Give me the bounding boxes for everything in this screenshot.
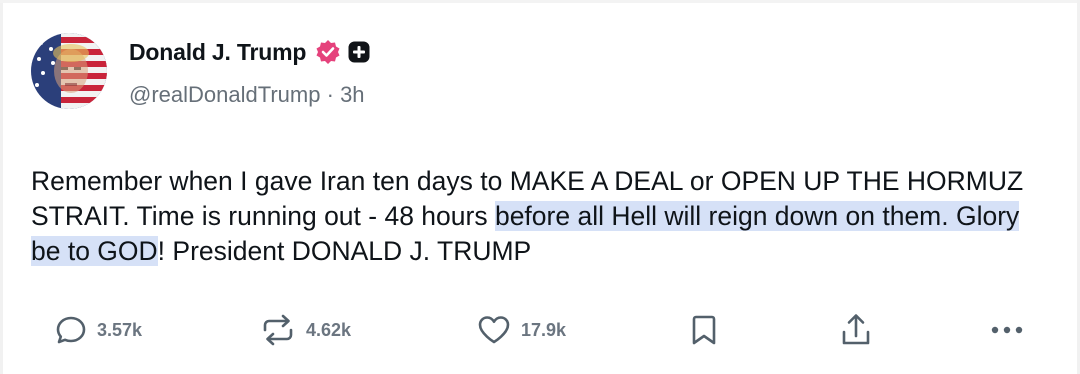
author-handle-row: @realDonaldTrump · 3h bbox=[129, 82, 365, 108]
share-icon bbox=[839, 312, 873, 348]
post-body: Remember when I gave Iran ten days to MA… bbox=[31, 164, 1041, 269]
more-icon bbox=[987, 313, 1027, 347]
top-divider bbox=[0, 0, 1080, 3]
repost-button[interactable]: 4.62k bbox=[259, 308, 351, 352]
bookmark-icon bbox=[689, 313, 719, 347]
like-button[interactable]: 17.9k bbox=[476, 308, 566, 352]
reply-count: 3.57k bbox=[97, 319, 143, 340]
like-icon bbox=[476, 313, 512, 347]
share-button[interactable] bbox=[839, 308, 873, 352]
more-button[interactable] bbox=[987, 308, 1027, 352]
post-text-part2: ! President DONALD J. TRUMP bbox=[157, 236, 532, 266]
post-actions-bar: 3.57k 4.62k 17.9k bbox=[0, 308, 1080, 352]
post-card: Donald J. Trump @realDonaldTrump · 3h Re… bbox=[0, 0, 1080, 374]
post-time[interactable]: 3h bbox=[340, 82, 364, 107]
author-handle[interactable]: @realDonaldTrump bbox=[129, 82, 320, 107]
author-name-row: Donald J. Trump bbox=[129, 34, 370, 70]
reply-button[interactable]: 3.57k bbox=[54, 308, 142, 352]
handle-separator: · bbox=[326, 82, 341, 107]
bookmark-button[interactable] bbox=[689, 308, 719, 352]
verified-badge-icon bbox=[315, 39, 341, 65]
author-display-name[interactable]: Donald J. Trump bbox=[129, 39, 306, 66]
reply-icon bbox=[54, 313, 88, 347]
repost-count: 4.62k bbox=[306, 319, 352, 340]
author-avatar[interactable] bbox=[31, 33, 107, 109]
repost-icon bbox=[259, 313, 297, 347]
like-count: 17.9k bbox=[521, 319, 567, 340]
plus-badge-icon bbox=[348, 41, 370, 63]
